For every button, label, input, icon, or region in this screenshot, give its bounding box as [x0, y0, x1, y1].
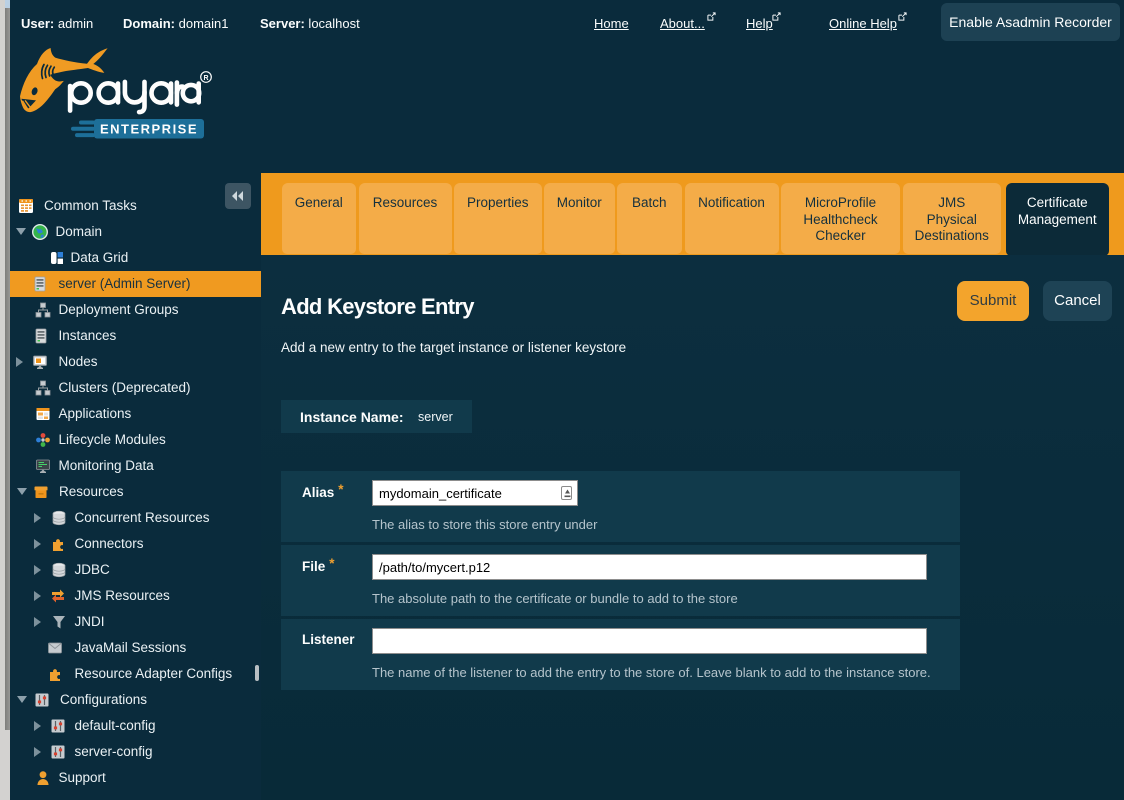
svg-text:ENTERPRISE: ENTERPRISE	[100, 121, 198, 136]
svg-text:R: R	[203, 75, 208, 82]
